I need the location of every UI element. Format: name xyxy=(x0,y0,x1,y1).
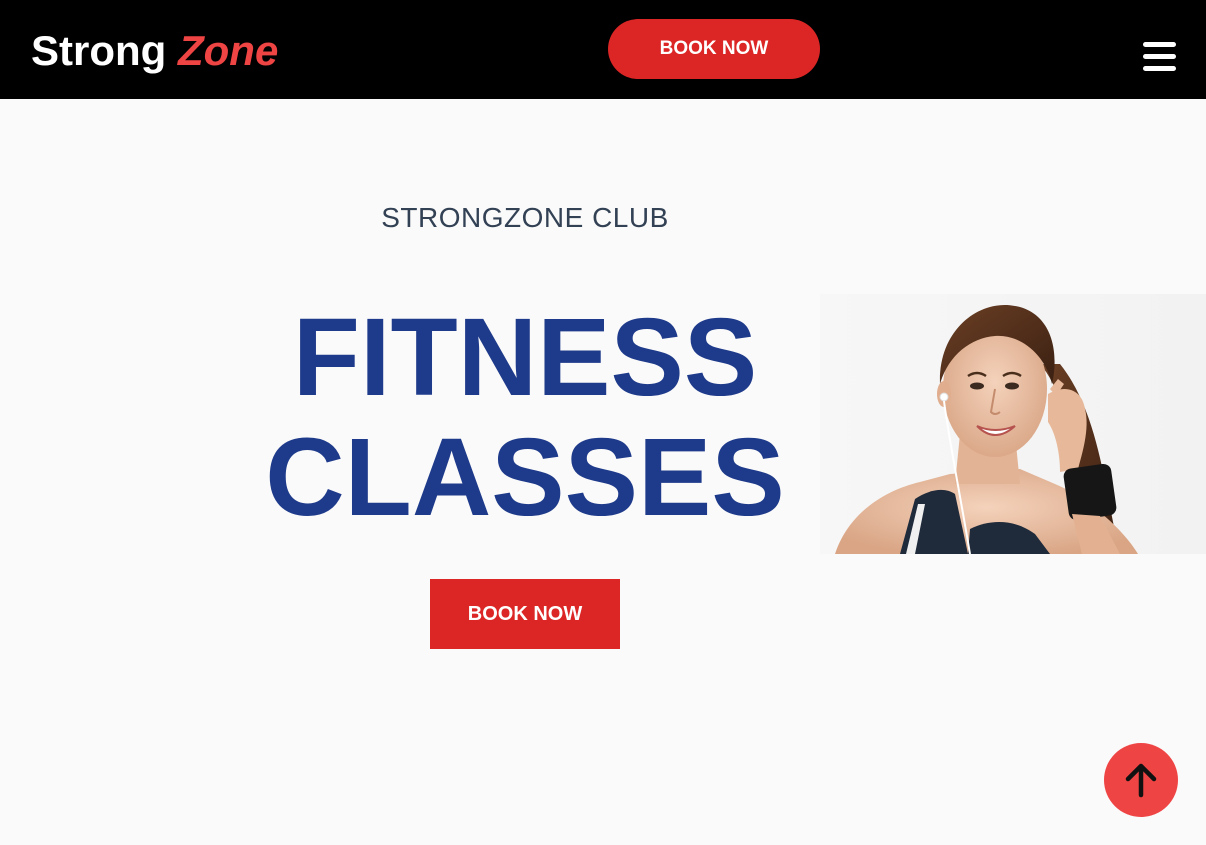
menu-bar xyxy=(1143,66,1176,71)
scroll-to-top-button[interactable] xyxy=(1104,743,1178,817)
woman-photo-illustration xyxy=(820,294,1206,554)
logo-text-zone: Zone xyxy=(177,27,279,74)
hero-book-now-button[interactable]: BOOK NOW xyxy=(430,579,620,649)
hamburger-menu-icon[interactable] xyxy=(1141,40,1178,74)
hero-headline-line1: FITNESS xyxy=(292,296,758,419)
menu-bar xyxy=(1143,42,1176,47)
arrow-up-icon xyxy=(1125,763,1157,798)
site-logo[interactable]: Strong Zone xyxy=(31,26,278,76)
top-navbar: Strong Zone BOOK NOW xyxy=(0,0,1206,99)
hero-headline-line2: CLASSES xyxy=(265,416,785,539)
hero-image xyxy=(820,294,1206,554)
logo-text-strong: Strong xyxy=(31,27,167,74)
header-book-now-button[interactable]: BOOK NOW xyxy=(608,19,820,79)
hero-eyebrow: STRONGZONE CLUB xyxy=(381,202,669,233)
menu-bar xyxy=(1143,54,1176,59)
